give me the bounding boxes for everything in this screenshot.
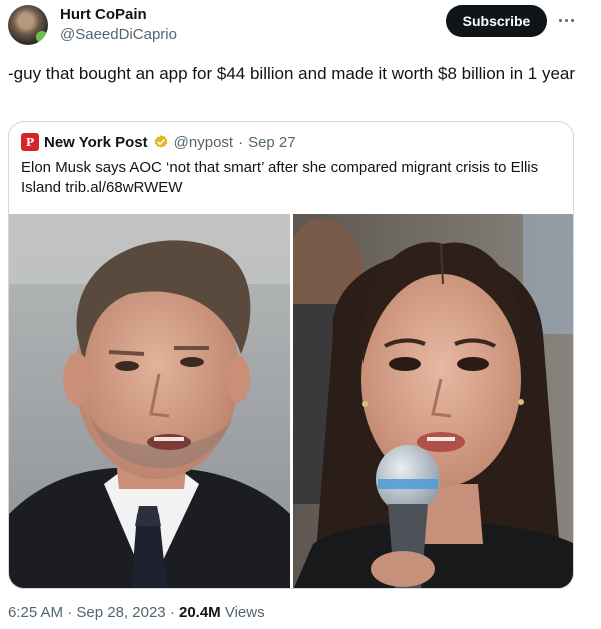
author-handle[interactable]: @SaeedDiCaprio	[60, 26, 177, 43]
photo-right-graphic	[293, 214, 573, 588]
quote-text: Elon Musk says AOC ‘not that smart’ afte…	[21, 159, 539, 196]
meta-separator-2: ·	[169, 604, 175, 621]
quote-separator: ·	[238, 133, 244, 151]
quote-author-name[interactable]: New York Post	[44, 134, 148, 151]
tweet-time[interactable]: 6:25 AM	[8, 604, 63, 621]
author-avatar[interactable]	[8, 5, 48, 45]
tweet-date[interactable]: Sep 28, 2023	[76, 604, 165, 621]
photo-left-graphic	[9, 214, 290, 588]
verified-badge-icon	[154, 135, 167, 148]
nypost-logo-icon[interactable]: P	[21, 133, 39, 151]
quote-author-handle[interactable]: @nypost	[174, 134, 233, 151]
meta-separator-1: ·	[67, 604, 73, 621]
quote-photo-left[interactable]	[9, 214, 290, 588]
tweet-text: -guy that bought an app for $44 billion …	[8, 64, 576, 83]
views-count: 20.4M	[178, 604, 221, 621]
tweet: Hurt CoPain @SaeedDiCaprio Subscribe -gu…	[0, 0, 601, 629]
quote-date[interactable]: Sep 27	[248, 134, 296, 151]
subscribe-button[interactable]: Subscribe	[446, 5, 547, 37]
tweet-meta: 6:25 AM · Sep 28, 2023 · 20.4M Views	[8, 604, 265, 621]
quoted-tweet[interactable]: P New York Post @nypost · Sep 27 Elon Mu…	[8, 121, 574, 589]
views-label: Views	[224, 604, 265, 621]
more-options-icon[interactable]	[556, 10, 576, 30]
quote-header: P New York Post @nypost · Sep 27	[21, 132, 296, 152]
quote-photo-right[interactable]	[293, 214, 573, 588]
author-name[interactable]: Hurt CoPain	[60, 6, 147, 23]
